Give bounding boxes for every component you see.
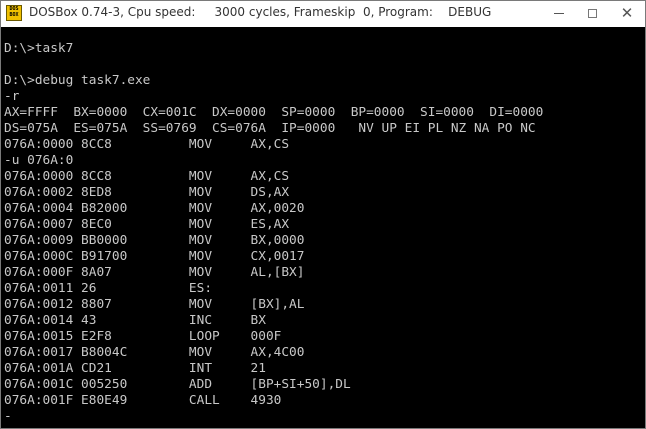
- console-line: 076A:000C B91700 MOV CX,0017: [4, 249, 305, 264]
- console-screen[interactable]: D:\>task7 D:\>debug task7.exe -r AX=FFFF BX…: [1, 27, 645, 428]
- console-line: D:\>debug task7.exe: [4, 73, 151, 88]
- console-line: 076A:0017 B8004C MOV AX,4C00: [4, 345, 305, 360]
- dosbox-app-icon[interactable]: DOS BOX: [6, 5, 22, 21]
- maximize-button[interactable]: [576, 1, 608, 26]
- console-line: 076A:001A CD21 INT 21: [4, 361, 266, 376]
- console-line: 076A:0000 8CC8 MOV AX,CS: [4, 169, 290, 184]
- console-line: 076A:000F 8A07 MOV AL,[BX]: [4, 265, 305, 280]
- console-line: 076A:0015 E2F8 LOOP 000F: [4, 329, 282, 344]
- console-line: 076A:0014 43 INC BX: [4, 313, 266, 328]
- minimize-button[interactable]: [543, 1, 575, 26]
- console-output: D:\>task7 D:\>debug task7.exe -r AX=FFFF BX…: [4, 41, 543, 425]
- dosbox-window: DOS BOX DOSBox 0.74-3, Cpu speed: 3000 c…: [0, 0, 646, 429]
- close-button[interactable]: ✕: [611, 1, 643, 26]
- minimize-icon: [554, 13, 564, 14]
- console-line: 076A:0004 B82000 MOV AX,0020: [4, 201, 305, 216]
- console-line: -: [4, 409, 12, 424]
- console-line: -r: [4, 89, 20, 104]
- console-line: D:\>task7: [4, 41, 74, 56]
- window-title: DOSBox 0.74-3, Cpu speed: 3000 cycles, F…: [29, 5, 492, 19]
- console-line: AX=FFFF BX=0000 CX=001C DX=0000 SP=0000 …: [4, 105, 544, 120]
- console-line: 076A:0002 8ED8 MOV DS,AX: [4, 185, 290, 200]
- console-line: 076A:0012 8807 MOV [BX],AL: [4, 297, 305, 312]
- title-bar[interactable]: DOS BOX DOSBox 0.74-3, Cpu speed: 3000 c…: [1, 1, 645, 26]
- console-line: DS=075A ES=075A SS=0769 CS=076A IP=0000 …: [4, 121, 536, 136]
- console-line: 076A:0007 8EC0 MOV ES,AX: [4, 217, 290, 232]
- close-icon: ✕: [620, 4, 634, 22]
- console-line: 076A:001F E80E49 CALL 4930: [4, 393, 282, 408]
- console-line: 076A:0009 BB0000 MOV BX,0000: [4, 233, 305, 248]
- console-line: 076A:0011 26 ES:: [4, 281, 213, 296]
- maximize-icon: [587, 9, 597, 18]
- console-line: 076A:0000 8CC8 MOV AX,CS: [4, 137, 290, 152]
- console-line: 076A:001C 005250 ADD [BP+SI+50],DL: [4, 377, 351, 392]
- console-line: -u 076A:0: [4, 153, 74, 168]
